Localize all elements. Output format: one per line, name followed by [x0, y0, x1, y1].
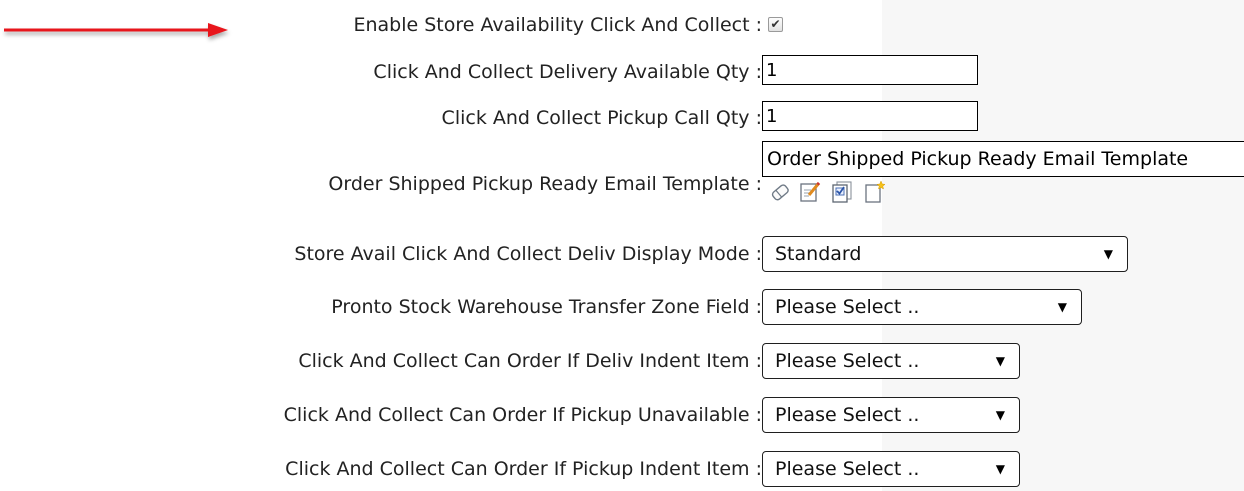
chevron-down-icon: ▼	[1103, 247, 1113, 261]
row-enable-store-availability: Enable Store Availability Click And Coll…	[0, 7, 1244, 43]
email-template-field[interactable]: Order Shipped Pickup Ready Email Templat…	[762, 141, 1244, 177]
chevron-down-icon: ▼	[995, 462, 1005, 476]
transfer-zone-field-select[interactable]: Please Select .. ▼	[762, 289, 1082, 325]
pickup-call-qty-input[interactable]	[762, 101, 978, 131]
row-order-if-deliv-indent: Click And Collect Can Order If Deliv Ind…	[0, 343, 1244, 379]
row-order-if-pickup-indent: Click And Collect Can Order If Pickup In…	[0, 451, 1244, 487]
deliv-display-mode-select[interactable]: Standard ▼	[762, 236, 1128, 272]
deliv-display-mode-value: Standard	[775, 243, 862, 265]
order-if-pickup-unavailable-value: Please Select ..	[775, 404, 920, 426]
chevron-down-icon: ▼	[1057, 300, 1067, 314]
pickup-call-qty-label: Click And Collect Pickup Call Qty :	[441, 107, 762, 129]
chevron-down-icon: ▼	[995, 408, 1005, 422]
order-if-pickup-unavailable-label: Click And Collect Can Order If Pickup Un…	[283, 404, 762, 426]
delivery-qty-input[interactable]	[762, 55, 978, 85]
checklist-icon[interactable]	[830, 180, 854, 204]
row-pickup-call-qty: Click And Collect Pickup Call Qty :	[0, 100, 1244, 136]
order-if-pickup-indent-value: Please Select ..	[775, 458, 920, 480]
transfer-zone-field-value: Please Select ..	[775, 296, 920, 318]
chevron-down-icon: ▼	[995, 354, 1005, 368]
order-if-deliv-indent-label: Click And Collect Can Order If Deliv Ind…	[298, 350, 762, 372]
eraser-icon[interactable]	[768, 180, 792, 204]
row-transfer-zone-field: Pronto Stock Warehouse Transfer Zone Fie…	[0, 289, 1244, 325]
order-if-deliv-indent-value: Please Select ..	[775, 350, 920, 372]
order-if-pickup-indent-label: Click And Collect Can Order If Pickup In…	[285, 458, 762, 480]
transfer-zone-field-label: Pronto Stock Warehouse Transfer Zone Fie…	[331, 296, 762, 318]
deliv-display-mode-label: Store Avail Click And Collect Deliv Disp…	[294, 243, 762, 265]
order-if-pickup-unavailable-select[interactable]: Please Select .. ▼	[762, 397, 1020, 433]
delivery-qty-label: Click And Collect Delivery Available Qty…	[373, 61, 762, 83]
row-delivery-qty: Click And Collect Delivery Available Qty…	[0, 54, 1244, 90]
email-template-label: Order Shipped Pickup Ready Email Templat…	[328, 173, 762, 195]
row-order-if-pickup-unavailable: Click And Collect Can Order If Pickup Un…	[0, 397, 1244, 433]
order-if-deliv-indent-select[interactable]: Please Select .. ▼	[762, 343, 1020, 379]
row-deliv-display-mode: Store Avail Click And Collect Deliv Disp…	[0, 236, 1244, 272]
enable-store-availability-label: Enable Store Availability Click And Coll…	[353, 14, 762, 36]
order-if-pickup-indent-select[interactable]: Please Select .. ▼	[762, 451, 1020, 487]
enable-store-availability-checkbox[interactable]: ✔	[768, 17, 783, 32]
edit-icon[interactable]	[798, 180, 822, 204]
new-document-icon[interactable]	[862, 180, 886, 204]
